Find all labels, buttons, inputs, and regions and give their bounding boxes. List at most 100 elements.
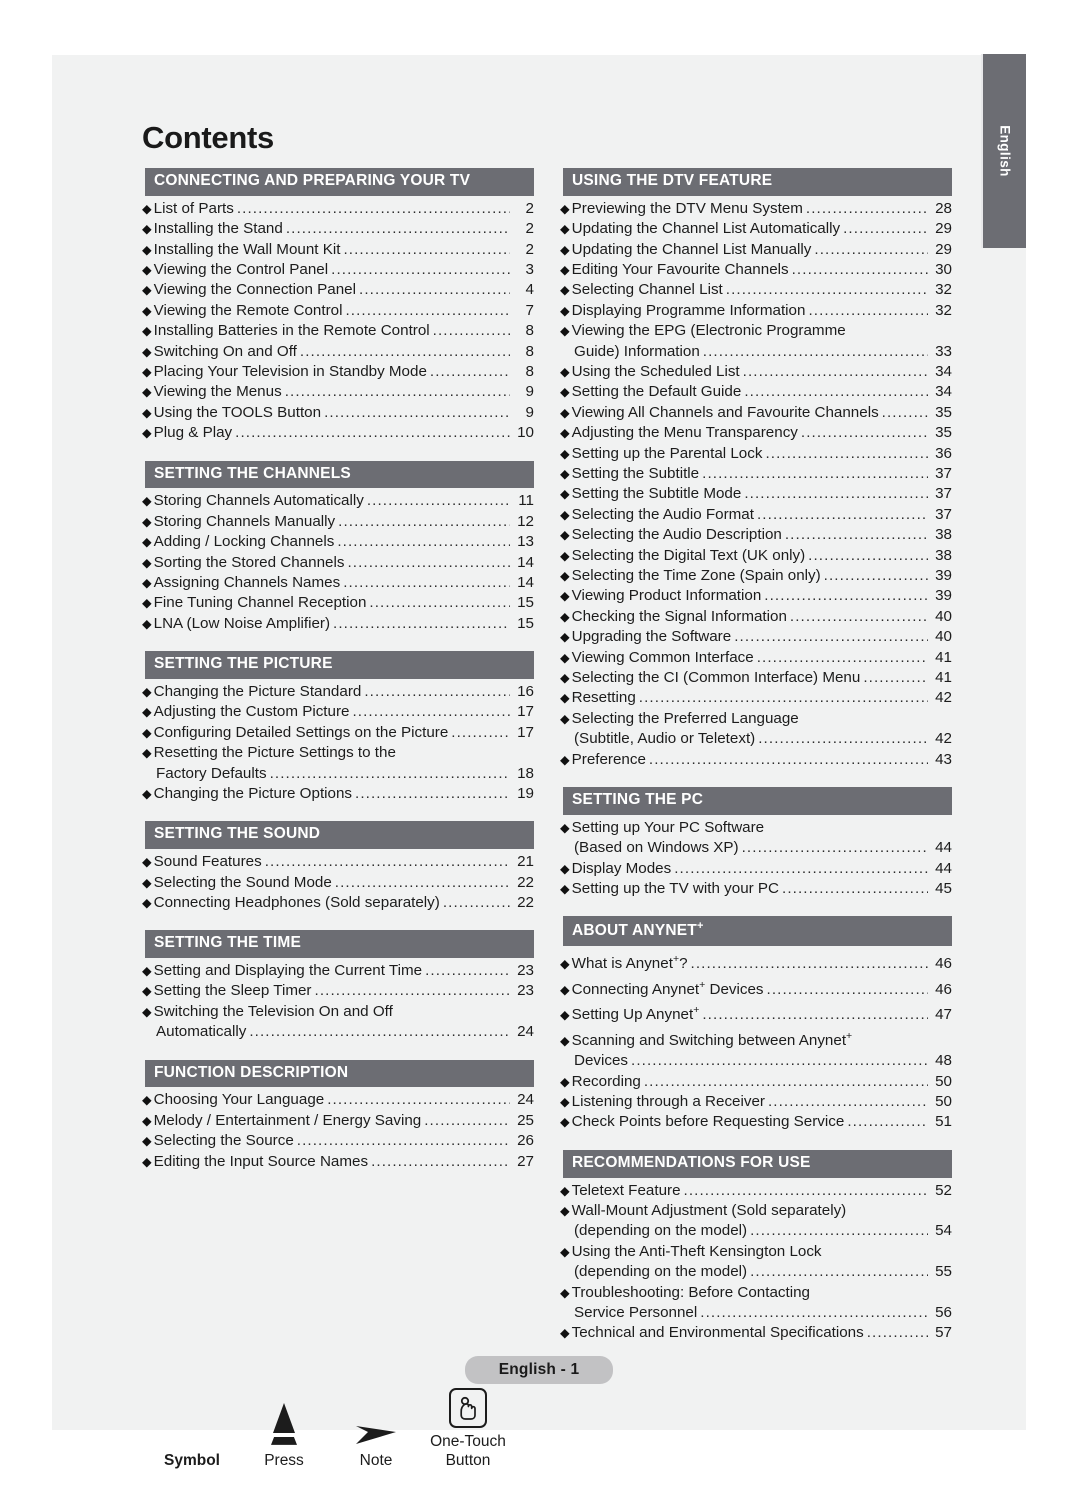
leader-dots: ........................................… [702, 1006, 928, 1024]
toc-entry[interactable]: ◆ Wall-Mount Adjustment (Sold separately)… [560, 1201, 952, 1242]
toc-entry[interactable]: ◆ Setting the Subtitle...................… [560, 464, 952, 484]
toc-entry[interactable]: ◆ Using the TOOLS Button.................… [142, 403, 534, 423]
leader-dots: ........................................… [249, 1023, 510, 1041]
toc-entry[interactable]: ◆ Selecting the Audio Description........… [560, 525, 952, 545]
toc-entry[interactable]: ◆ Selecting Channel List.................… [560, 280, 952, 300]
toc-entry[interactable]: ◆ Assigning Channels Names...............… [142, 573, 534, 593]
toc-entry[interactable]: ◆ Previewing the DTV Menu System.........… [560, 199, 952, 219]
toc-entry[interactable]: ◆ Configuring Detailed Settings on the Pi… [142, 723, 534, 743]
toc-entry-label: Adding / Locking Channels [153, 533, 335, 551]
toc-entry[interactable]: ◆ Adding / Locking Channels..............… [142, 532, 534, 552]
toc-entry[interactable]: ◆ Switching On and Off...................… [142, 342, 534, 362]
leader-dots: ........................................… [700, 1304, 928, 1322]
toc-entry[interactable]: ◆ Connecting Headphones (Sold separately)… [142, 893, 534, 913]
toc-entry[interactable]: ◆ Adjusting the Custom Picture...........… [142, 702, 534, 722]
toc-entry[interactable]: ◆ Upgrading the Software.................… [560, 627, 952, 647]
toc-entry[interactable]: ◆ Technical and Environmental Specificati… [560, 1323, 952, 1343]
toc-entry[interactable]: ◆ Adjusting the Menu Transparency........… [560, 423, 952, 443]
toc-entry[interactable]: ◆Resetting the Picture Settings to the..… [142, 743, 534, 784]
toc-entry[interactable]: ◆ Setting the Sleep Timer................… [142, 981, 534, 1001]
toc-entry[interactable]: ◆ Plug & Play............................… [142, 423, 534, 443]
toc-entry[interactable]: ◆ Setting up the TV with your PC.........… [560, 879, 952, 899]
toc-entry[interactable]: ◆ Using the Scheduled List...............… [560, 362, 952, 382]
toc-entry[interactable]: ◆ Selecting the Sound Mode...............… [142, 873, 534, 893]
toc-entry-label: Viewing the Remote Control [153, 301, 343, 319]
toc-entry[interactable]: ◆ Storing Channels Automatically.........… [142, 491, 534, 511]
toc-entry-page: 46 [935, 980, 952, 998]
toc-entry-label: Viewing the Control Panel [153, 260, 329, 278]
toc-entry[interactable]: ◆ Installing the Wall Mount Kit..........… [142, 240, 534, 260]
leader-dots: ........................................… [756, 648, 928, 666]
toc-entry[interactable]: ◆ Listening through a Receiver...........… [560, 1092, 952, 1112]
toc-entry[interactable]: ◆ Viewing All Channels and Favourite Chan… [560, 403, 952, 423]
toc-entry-label: Storing Channels Automatically [153, 492, 364, 510]
toc-entry-page: 34 [935, 362, 952, 380]
toc-entry[interactable]: ◆ Selecting the Source...................… [142, 1131, 534, 1151]
toc-entry-label: Setting and Displaying the Current Time [153, 962, 423, 980]
toc-entry[interactable]: ◆ Setting up the Parental Lock...........… [560, 444, 952, 464]
toc-entry[interactable]: ◆Viewing the EPG (Electronic Programme..… [560, 321, 952, 362]
toc-entry[interactable]: ◆ Viewing the Control Panel..............… [142, 260, 534, 280]
toc-section: SETTING THE SOUND ◆ Sound Features........… [142, 821, 534, 913]
toc-entry[interactable]: ◆Selecting the Preferred Language.......… [560, 709, 952, 750]
document-page: Contents CONNECTING AND PREPARING YOUR T… [52, 55, 1026, 1469]
toc-entry[interactable]: ◆ Displaying Programme Information.......… [560, 301, 952, 321]
toc-entry[interactable]: ◆ Viewing Product Information............… [560, 586, 952, 606]
toc-entry[interactable]: ◆ Selecting the Digital Text (UK only)...… [560, 546, 952, 566]
toc-entry[interactable]: ◆ Checking the Signal Information........… [560, 607, 952, 627]
toc-entry[interactable]: ◆ Changing the Picture Options...........… [142, 784, 534, 804]
toc-entry[interactable]: ◆ Setting and Displaying the Current Time… [142, 961, 534, 981]
toc-entry[interactable]: ◆ Placing Your Television in Standby Mode… [142, 362, 534, 382]
toc-entry[interactable]: ◆ Sound Features.........................… [142, 852, 534, 872]
toc-entry[interactable]: ◆ Selecting the Time Zone (Spain only)...… [560, 566, 952, 586]
toc-entry[interactable]: ◆ Check Points before Requesting Service.… [560, 1112, 952, 1132]
toc-entry[interactable]: ◆ Updating the Channel List Manually.....… [560, 240, 952, 260]
leader-dots: ........................................… [847, 1113, 928, 1131]
toc-entry[interactable]: ◆ Display Modes..........................… [560, 859, 952, 879]
symbol-legend: Symbol Press Note One-Touch Button [142, 1374, 952, 1470]
superscript-plus: + [846, 1029, 853, 1042]
toc-entry[interactable]: ◆ Changing the Picture Standard..........… [142, 682, 534, 702]
toc-entry[interactable]: ◆ Choosing Your Language.................… [142, 1090, 534, 1110]
toc-entry[interactable]: ◆ Fine Tuning Channel Reception..........… [142, 593, 534, 613]
toc-entry[interactable]: ◆ Selecting the Audio Format.............… [560, 505, 952, 525]
toc-entry[interactable]: ◆ Updating the Channel List Automatically… [560, 219, 952, 239]
diamond-bullet-icon: ◆ [142, 575, 152, 590]
toc-entry[interactable]: ◆ Teletext Feature.......................… [560, 1181, 952, 1201]
toc-entry-page: 27 [517, 1152, 534, 1170]
toc-entry[interactable]: ◆ Editing the Input Source Names.........… [142, 1152, 534, 1172]
toc-entry[interactable]: ◆ Setting the Subtitle Mode..............… [560, 484, 952, 504]
toc-entry[interactable]: ◆Using the Anti-Theft Kensington Lock...… [560, 1242, 952, 1283]
toc-entry-label: Recording [571, 1072, 641, 1090]
toc-entry[interactable]: ◆ Setting Up Anynet+.....................… [560, 1000, 952, 1025]
toc-entry[interactable]: ◆ Viewing the Menus......................… [142, 382, 534, 402]
toc-entry[interactable]: ◆ Connecting Anynet+ Devices.............… [560, 975, 952, 1000]
toc-entry[interactable]: ◆ LNA (Low Noise Amplifier)..............… [142, 614, 534, 634]
toc-entry[interactable]: ◆Switching the Television On and Off....… [142, 1002, 534, 1043]
toc-entry[interactable]: ◆Setting up Your PC Software............… [560, 818, 952, 859]
leader-dots: ........................................… [863, 669, 928, 687]
toc-entry[interactable]: ◆ Sorting the Stored Channels............… [142, 553, 534, 573]
toc-entry[interactable]: ◆ Editing Your Favourite Channels........… [560, 260, 952, 280]
diamond-bullet-icon: ◆ [560, 1326, 570, 1341]
toc-entry[interactable]: ◆ Setting the Default Guide..............… [560, 382, 952, 402]
toc-entry[interactable]: ◆ Installing the Stand...................… [142, 219, 534, 239]
toc-entry[interactable]: ◆Scanning and Switching between Anynet+.… [560, 1026, 952, 1072]
toc-entry[interactable]: ◆ Viewing the Remote Control.............… [142, 301, 534, 321]
leader-dots: ........................................… [343, 573, 510, 591]
toc-entry[interactable]: ◆ Resetting..............................… [560, 688, 952, 708]
toc-entry[interactable]: ◆ What is Anynet+?.......................… [560, 949, 952, 974]
toc-entry[interactable]: ◆ Storing Channels Manually..............… [142, 512, 534, 532]
toc-entry[interactable]: ◆ Selecting the CI (Common Interface) Men… [560, 668, 952, 688]
toc-entry[interactable]: ◆ Recording..............................… [560, 1072, 952, 1092]
leader-dots: ........................................… [359, 281, 510, 299]
toc-entry[interactable]: ◆ Installing Batteries in the Remote Cont… [142, 321, 534, 341]
toc-entry[interactable]: ◆ Preference.............................… [560, 750, 952, 770]
toc-entry[interactable]: ◆ Viewing the Connection Panel...........… [142, 280, 534, 300]
toc-entry[interactable]: ◆ Melody / Entertainment / Energy Saving.… [142, 1111, 534, 1131]
toc-entry-page: 2 [525, 220, 534, 238]
contents-body: Contents CONNECTING AND PREPARING YOUR T… [142, 120, 952, 1470]
toc-entry[interactable]: ◆Troubleshooting: Before Contacting.....… [560, 1283, 952, 1324]
toc-entry[interactable]: ◆ List of Parts..........................… [142, 199, 534, 219]
toc-entry[interactable]: ◆ Viewing Common Interface...............… [560, 648, 952, 668]
